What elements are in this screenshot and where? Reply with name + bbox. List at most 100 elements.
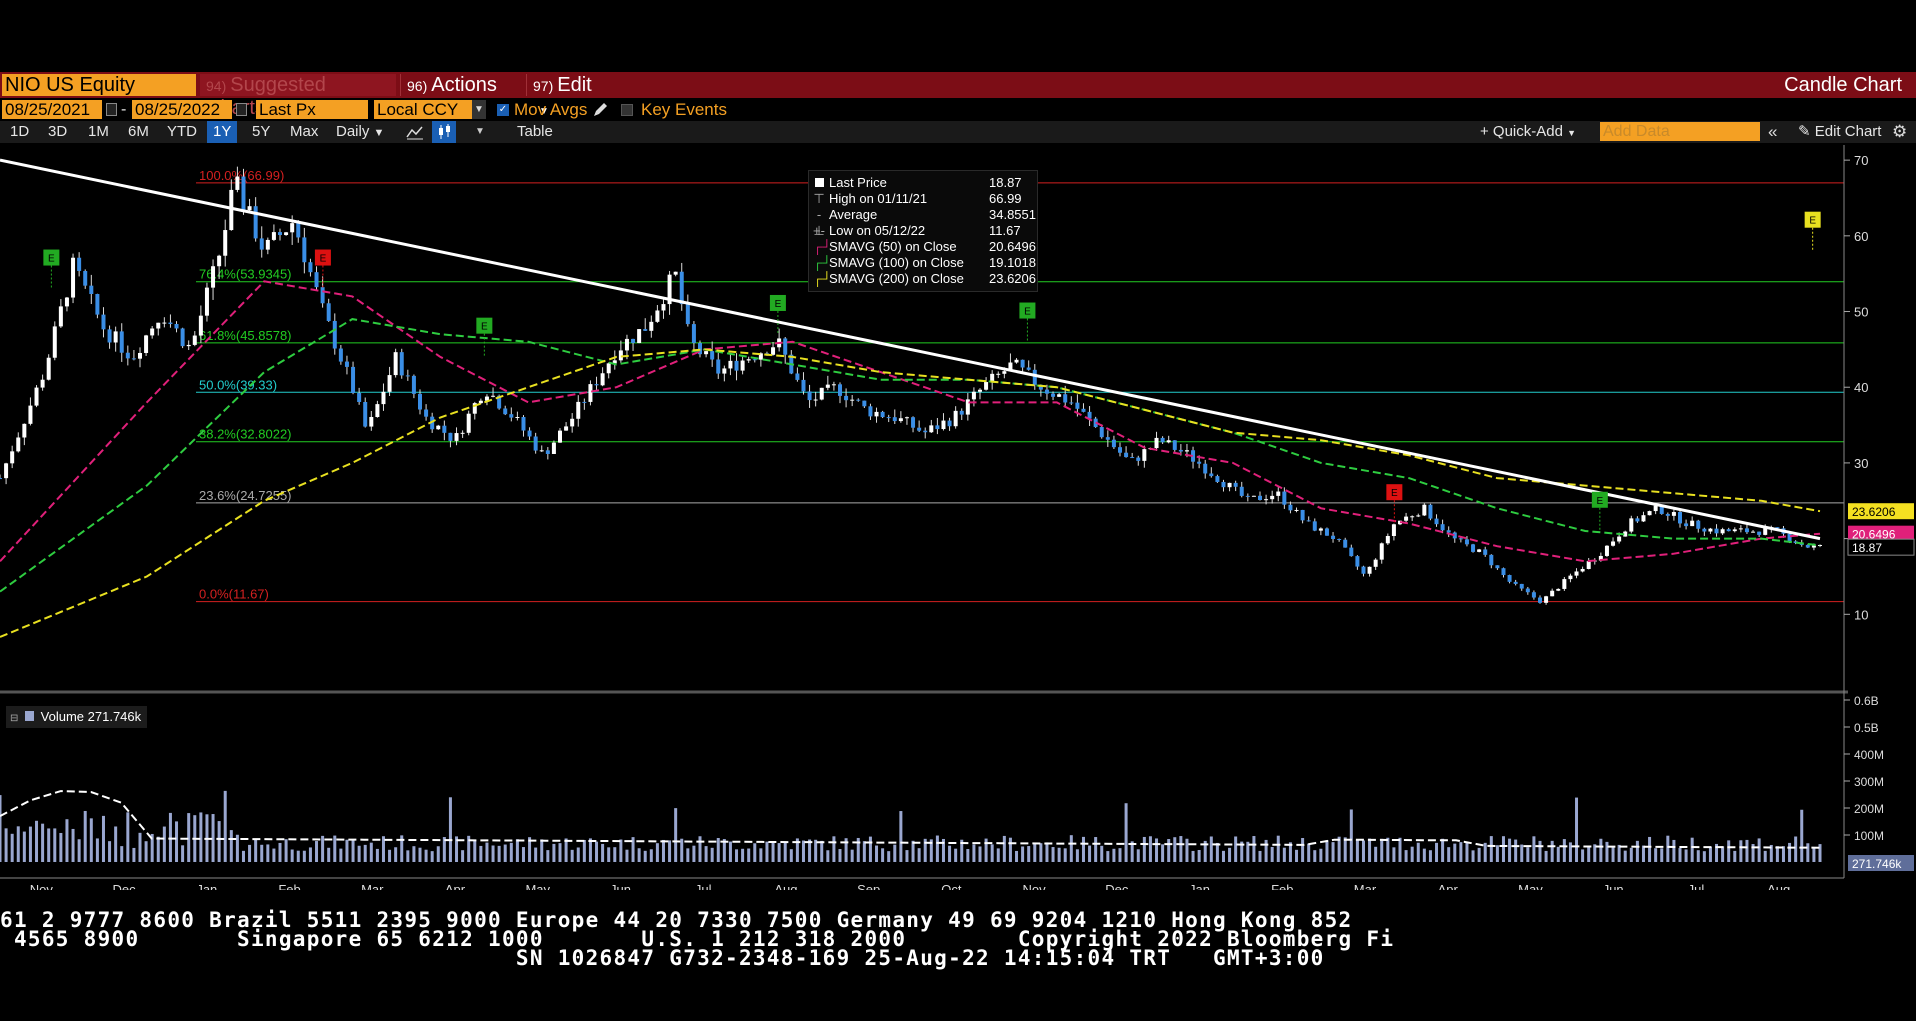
candle-body — [959, 410, 964, 415]
fib-level-label: 0.0%(11.67) — [199, 587, 269, 602]
volume-value: 271.746k — [87, 709, 142, 724]
volume-bar — [1575, 797, 1579, 862]
candle-body — [1063, 394, 1068, 403]
volume-bar — [862, 841, 866, 862]
candle-body — [1331, 535, 1336, 540]
volume-bar — [1015, 850, 1019, 862]
y-tick-label: 50 — [1854, 305, 1868, 320]
volume-bar — [357, 845, 361, 862]
volume-bar — [71, 828, 75, 862]
volume-bar — [1532, 836, 1536, 862]
volume-bar — [1550, 840, 1554, 862]
candle-body — [290, 223, 295, 233]
candle-body — [1020, 359, 1025, 368]
candle-body — [1361, 566, 1366, 574]
volume-bar — [582, 840, 586, 862]
candle-body — [1550, 590, 1555, 597]
x-month-label: Jan — [1189, 882, 1210, 890]
volume-bar — [217, 821, 221, 862]
candle-body — [1531, 592, 1536, 598]
candle-body — [375, 404, 380, 417]
volume-bar — [1307, 843, 1311, 862]
candle-body — [168, 322, 173, 325]
candle-body — [1270, 495, 1275, 500]
candle-body — [1057, 394, 1062, 397]
volume-bar — [1185, 838, 1189, 862]
volume-bar — [637, 848, 641, 862]
candle-body — [795, 373, 800, 380]
volume-bar — [1678, 848, 1682, 862]
candle-body — [831, 384, 836, 386]
legend-label: SMAVG (100) on Close — [829, 255, 964, 270]
candle-body — [284, 232, 289, 236]
candle-body — [1391, 524, 1396, 537]
x-month-label: Aug — [774, 882, 797, 890]
candle-body — [643, 329, 648, 331]
event-marker-label: E — [1391, 488, 1398, 499]
volume-bar — [162, 826, 166, 862]
candle-body — [320, 287, 325, 304]
volume-tick-label: 300M — [1854, 775, 1884, 789]
volume-bar — [479, 845, 483, 862]
volume-bar — [375, 848, 379, 862]
event-marker-label: E — [1809, 216, 1816, 227]
candle-body — [1702, 528, 1707, 532]
volume-bar — [53, 828, 57, 862]
candle-body — [1172, 440, 1177, 450]
candle-body — [1635, 518, 1640, 522]
volume-bar — [607, 847, 611, 862]
candle-body — [64, 297, 69, 307]
volume-bar — [1155, 838, 1159, 862]
volume-bar — [1526, 847, 1530, 862]
candle-body — [1118, 447, 1122, 453]
volume-last-tag-label: 271.746k — [1852, 857, 1902, 871]
volume-bar — [1167, 839, 1171, 862]
candle-body — [558, 430, 562, 443]
volume-bar — [418, 847, 422, 862]
volume-bar — [1045, 842, 1049, 862]
candle-body — [1209, 473, 1214, 477]
volume-bar — [1672, 839, 1676, 862]
candle-body — [1629, 518, 1634, 532]
candle-body — [332, 320, 337, 349]
candle-body — [655, 310, 660, 322]
candle-body — [917, 427, 922, 431]
legend-row-high: ⊤ High on 01/11/21 66.99 — [813, 191, 1033, 207]
volume-bar — [1069, 835, 1073, 862]
volume-bar — [1221, 850, 1225, 862]
candle-body — [734, 360, 739, 371]
candle-body — [1562, 579, 1567, 589]
candle-body — [1744, 528, 1749, 533]
candle-body — [1221, 481, 1226, 488]
volume-bar — [820, 840, 824, 862]
legend-label: SMAVG (50) on Close — [829, 239, 957, 254]
candle-body — [1300, 509, 1305, 521]
legend-label: High on 01/11/21 — [829, 191, 928, 206]
event-marker-label: E — [320, 254, 327, 265]
candle-body — [911, 417, 916, 428]
volume-bar — [1343, 837, 1347, 862]
candle-body — [1264, 499, 1269, 501]
volume-bar — [248, 844, 252, 862]
candle-body — [156, 322, 161, 329]
event-marker-label: E — [1597, 496, 1604, 507]
volume-bar — [570, 849, 574, 862]
candle-body — [4, 463, 9, 479]
volume-bar — [1252, 836, 1256, 862]
volume-bar — [978, 846, 982, 862]
candle-body — [1166, 440, 1171, 443]
expand-icon[interactable]: ⊟ — [10, 713, 18, 724]
candle-body — [1428, 504, 1433, 519]
candle-body — [107, 329, 112, 343]
volume-bar — [1422, 848, 1426, 862]
volume-bar — [1587, 846, 1591, 862]
candle-body — [1471, 544, 1476, 552]
volume-bar — [1380, 838, 1384, 862]
volume-bar — [1453, 843, 1457, 862]
volume-bar — [735, 849, 739, 862]
candle-body — [1483, 549, 1488, 555]
volume-bar — [1033, 843, 1037, 862]
candle-body — [357, 393, 362, 402]
fib-level-label: 61.8%(45.8578) — [199, 328, 292, 343]
candle-body — [825, 384, 830, 388]
